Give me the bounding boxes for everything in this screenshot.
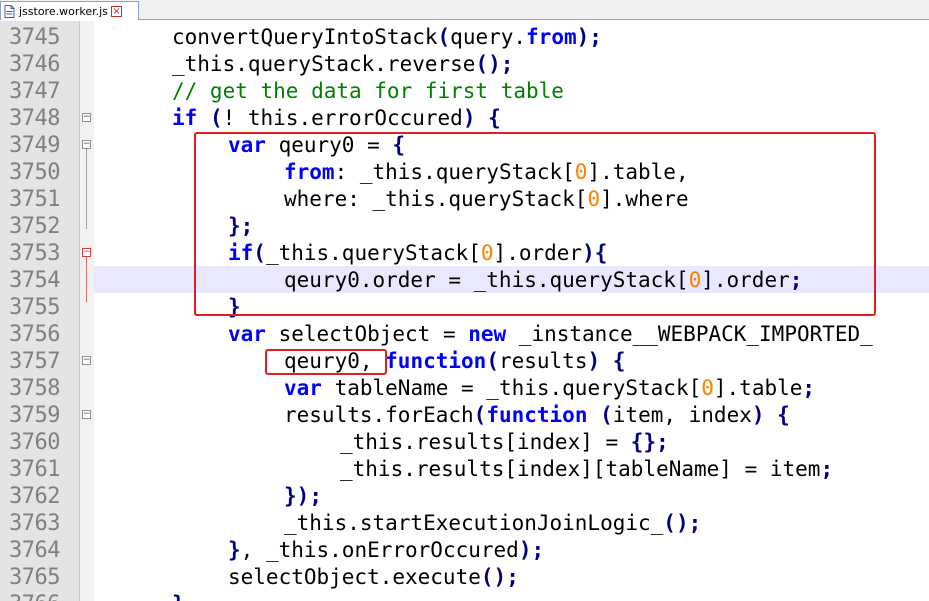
line-number: 3765 [9,565,60,590]
tab-jsstore-worker[interactable]: jsstore.worker.js × [0,1,139,20]
code-line: 3763 _this.startExecutionJoinLogic_(); [0,510,929,537]
code-line: 3765 selectObject.execute(); [0,564,929,591]
line-text: }, _this.onErrorOccured); [228,538,545,562]
code-line: 3766 } [0,591,929,601]
line-text: var selectObject = new _instance__WEBPAC… [228,322,873,346]
code-line: 3748 if (! this.errorOccured) { [0,105,929,132]
line-text: selectObject.execute(); [228,565,519,589]
code-line: 3760 _this.results[index] = {}; [0,429,929,456]
line-number: 3746 [9,52,60,77]
line-number: 3764 [9,538,60,563]
line-number: 3751 [9,187,60,212]
line-text: convertQueryIntoStack(query.from); [172,25,602,49]
code-line: 3745 convertQueryIntoStack(query.from); [0,24,929,51]
line-number: 3755 [9,295,60,320]
line-number: 3753 [9,241,60,266]
line-number: 3757 [9,349,60,374]
code-line: 3762 }); [0,483,929,510]
line-number: 3762 [9,484,60,509]
line-number: 3758 [9,376,60,401]
line-number: 3749 [9,133,60,158]
line-number: 3754 [9,268,60,293]
line-number: 3759 [9,403,60,428]
code-line: 3761 _this.results[index][tableName] = i… [0,456,929,483]
code-line: 3747 // get the data for first table [0,78,929,105]
line-text: _this.startExecutionJoinLogic_(); [284,511,702,535]
line-number: 3756 [9,322,60,347]
close-icon[interactable]: × [110,5,122,17]
code-line: 3746 _this.queryStack.reverse(); [0,51,929,78]
line-text: if (! this.errorOccured) { [172,106,501,130]
line-number: 3761 [9,457,60,482]
line-number: 3748 [9,106,60,131]
line-text: results.forEach(function (item, index) { [284,403,790,427]
line-text: _this.results[index] = {}; [340,430,669,454]
line-text: }); [284,484,322,508]
file-icon [4,4,15,18]
code-line: 3756 var selectObject = new _instance__W… [0,321,929,348]
code-line: 3764 }, _this.onErrorOccured); [0,537,929,564]
line-text: _this.queryStack.reverse(); [172,52,514,76]
line-number: 3752 [9,214,60,239]
line-number: 3750 [9,160,60,185]
line-number: 3763 [9,511,60,536]
tab-bar: jsstore.worker.js × [0,0,929,20]
annotation-box-qeury0-arg [265,349,387,375]
line-number: 3766 [0,591,60,601]
code-line: 3759 results.forEach(function (item, ind… [0,402,929,429]
line-text: _this.results[index][tableName] = item; [340,457,834,481]
annotation-box-query-block [194,132,876,316]
line-number: 3760 [9,430,60,455]
comment-text: // get the data for first table [172,79,564,103]
line-number: 3747 [9,79,60,104]
tab-label: jsstore.worker.js [19,4,108,18]
code-line: 3757 qeury0, function(results) { [0,348,929,375]
line-text: } [172,591,185,601]
code-editor[interactable]: − − − − − 3745 convertQueryIntoStack(que… [0,21,929,601]
line-text: var tableName = _this.queryStack[0].tabl… [284,376,816,400]
line-number: 3745 [9,25,60,50]
code-line: 3758 var tableName = _this.queryStack[0]… [0,375,929,402]
